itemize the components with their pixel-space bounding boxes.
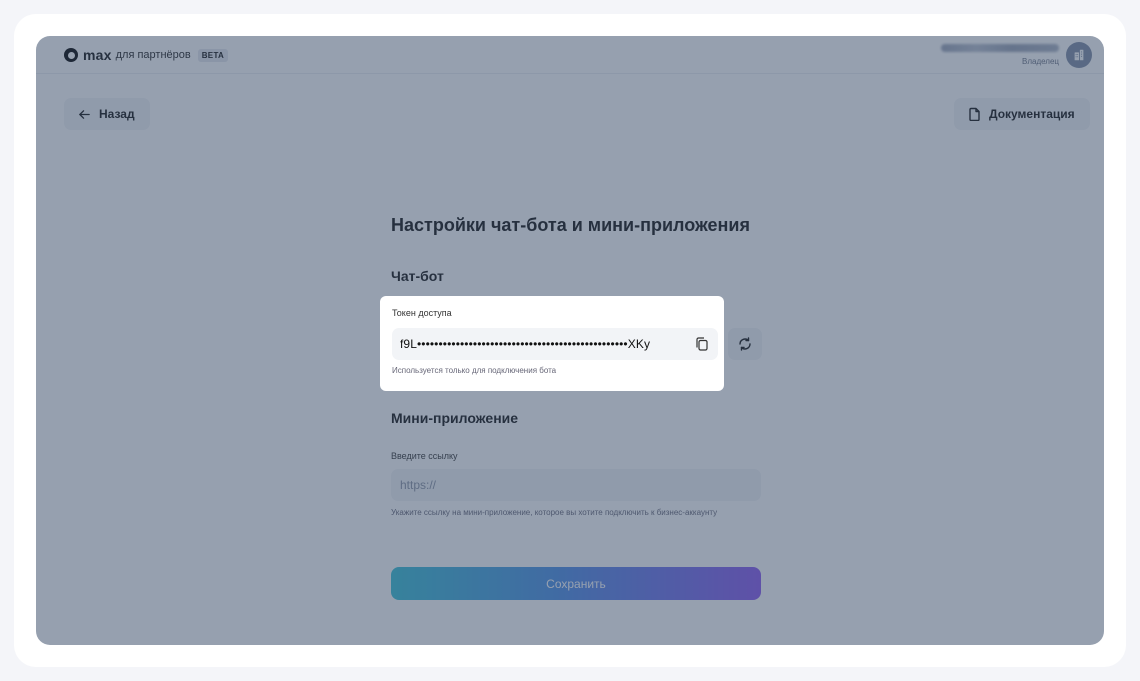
max-logo-icon: [64, 48, 78, 62]
link-field-hint: Укажите ссылку на мини-приложение, котор…: [391, 508, 718, 517]
app-window: max для партнёров BETA Владелец Назад До…: [36, 36, 1104, 645]
top-header: max для партнёров BETA Владелец: [36, 36, 1104, 74]
arrow-left-icon: [79, 109, 90, 119]
user-role: Владелец: [1021, 57, 1059, 66]
document-icon: [969, 107, 980, 121]
refresh-token-button[interactable]: [728, 328, 762, 360]
save-button[interactable]: Сохранить: [391, 567, 761, 600]
access-token-input[interactable]: f9L•••••••••••••••••••••••••••••••••••••…: [392, 328, 718, 360]
documentation-button[interactable]: Документация: [954, 98, 1090, 130]
refresh-icon: [739, 337, 751, 351]
access-token-value: f9L•••••••••••••••••••••••••••••••••••••…: [400, 337, 651, 351]
link-field-label: Введите ссылку: [391, 451, 458, 461]
token-field-spotlight: Токен доступа f9L•••••••••••••••••••••••…: [380, 296, 724, 391]
documentation-button-label: Документация: [989, 107, 1075, 121]
beta-badge: BETA: [197, 48, 229, 62]
page-title: Настройки чат-бота и мини-приложения: [391, 215, 750, 235]
token-field-label: Токен доступа: [392, 308, 452, 318]
user-menu[interactable]: Владелец: [941, 40, 1092, 70]
miniapp-link-input[interactable]: https://: [391, 469, 761, 501]
save-button-label: Сохранить: [546, 576, 606, 591]
building-icon: [1074, 49, 1084, 61]
avatar[interactable]: [1066, 42, 1092, 68]
chatbot-section-title: Чат-бот: [391, 268, 444, 284]
copy-icon[interactable]: [694, 336, 710, 352]
token-field-hint: Используется только для подключения бота: [392, 366, 557, 375]
back-button-label: Назад: [99, 107, 135, 121]
miniapp-section-title: Мини-приложение: [391, 410, 519, 426]
logo-text: max: [83, 47, 112, 63]
logo[interactable]: max для партнёров BETA: [64, 44, 229, 66]
user-info: Владелец: [941, 44, 1059, 66]
user-name-blurred: [941, 44, 1059, 52]
link-placeholder: https://: [400, 478, 437, 492]
back-button[interactable]: Назад: [64, 98, 150, 130]
app-content: max для партнёров BETA Владелец Назад До…: [36, 36, 1104, 645]
logo-subtitle: для партнёров: [115, 49, 191, 61]
settings-panel: Настройки чат-бота и мини-приложения Чат…: [356, 180, 798, 636]
